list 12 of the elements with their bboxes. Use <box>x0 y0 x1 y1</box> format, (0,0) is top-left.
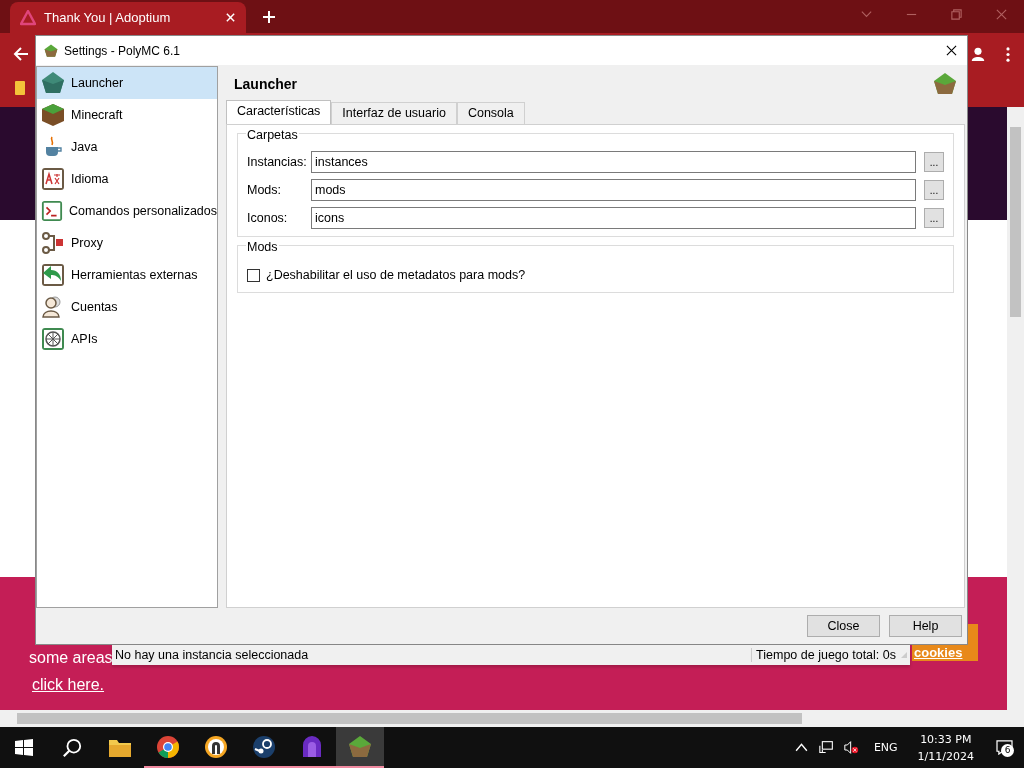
field-label: Mods: <box>247 183 283 197</box>
field-label: Iconos: <box>247 211 289 225</box>
field-label: Instancias: <box>247 155 305 169</box>
group-title: Carpetas <box>246 128 299 142</box>
page-text: some areas <box>29 648 113 668</box>
notification-count: 6 <box>1001 744 1014 757</box>
page-title: Launcher <box>234 75 297 92</box>
group-title: Mods <box>246 240 279 254</box>
status-text: No hay una instancia seleccionada <box>114 648 310 662</box>
tab-title: Thank You | Adoptium <box>44 10 172 25</box>
window-title: Settings - PolyMC 6.1 <box>64 43 181 58</box>
play-time-text: Tiempo de juego total: 0s <box>751 648 900 662</box>
